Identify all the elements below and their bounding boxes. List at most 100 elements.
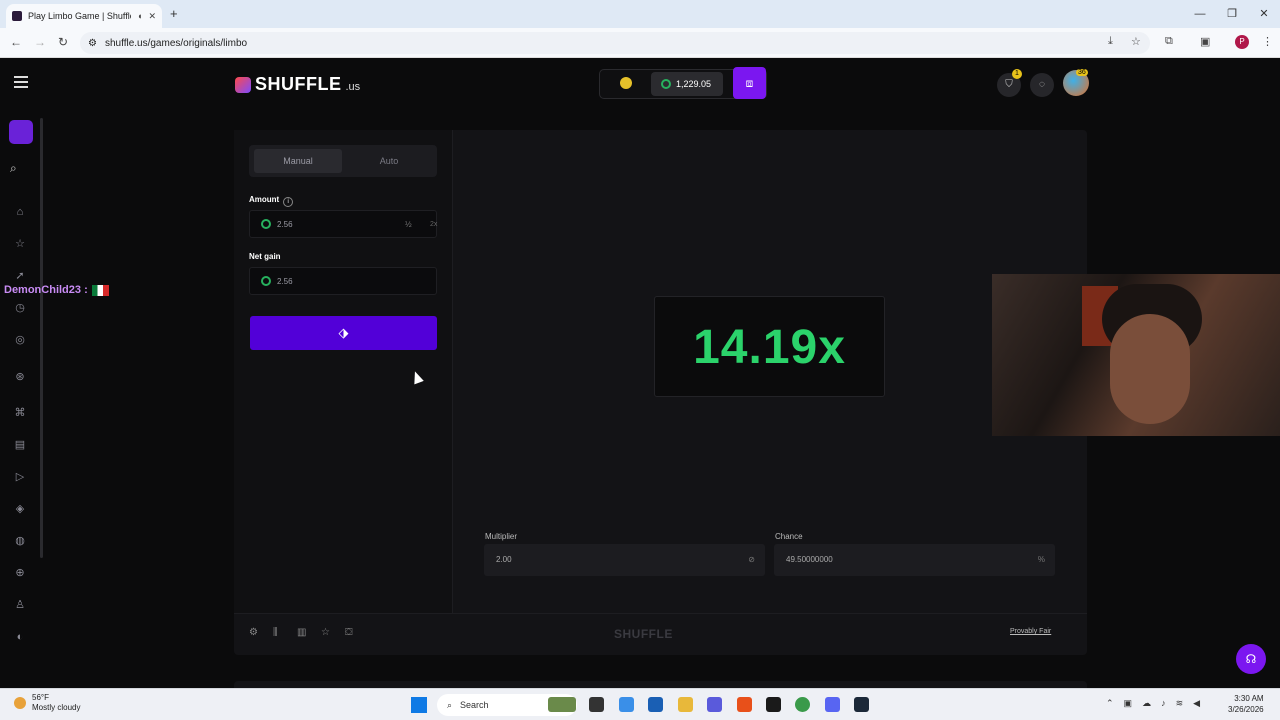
net-gain-field[interactable]: 2.56 [249,267,437,295]
temperature: 56°F [32,693,49,702]
site-info-icon[interactable]: ⚙ [88,38,97,49]
minimize-button[interactable]: — [1184,0,1216,28]
shuffle-logo[interactable]: SHUFFLE .us [235,74,360,95]
game-footer: ⚙ ⫼ ▥ ☆ ⛋ SHUFFLE Provably Fair [234,613,1087,655]
widgets-icon[interactable] [548,697,576,712]
site-favicon-icon [12,11,22,21]
globe-icon[interactable]: ⊕ [11,564,29,582]
new-tab-button[interactable]: + [170,6,178,21]
windows-start-icon[interactable] [411,697,427,713]
tab-manual[interactable]: Manual [254,149,342,173]
live-support-button[interactable]: ☊ [1236,644,1266,674]
live-icon[interactable]: ◎ [11,331,29,349]
address-bar-row: ← → ↻ ⚙ shuffle.us/games/originals/limbo… [0,28,1280,58]
bet-button[interactable]: ⬗ [250,316,437,350]
store-icon[interactable] [648,697,663,712]
multiplier-input[interactable]: 2.00 ⊘ [484,544,765,576]
logo-tld: .us [345,80,361,93]
fairness-icon[interactable]: ⛋ [345,627,353,638]
stream-user-overlay: DemonChild23 : [4,284,109,296]
task-view-icon[interactable] [589,697,604,712]
amount-input[interactable]: 2.56 ½ 2x [249,210,437,238]
clock[interactable]: 3:30 AM 3/26/2026 [1228,693,1264,715]
support-icon[interactable]: ◐ [11,628,29,646]
search-icon: ⌕ [447,699,453,710]
browser-menu-icon[interactable]: ⋮ [1262,35,1273,48]
tab-title: Play Limbo Game | Shuffle.us [28,11,131,21]
favorites-icon[interactable]: ☆ [11,235,29,253]
sidebar: ⌕ ⌂ ☆ ➚ ◷ ◎ ⊛ ⌘ ▤ ▷ ◈ ◍ ⊕ ♙ ◐ [0,58,42,688]
tray-expand-icon[interactable]: ⌃ [1106,698,1114,709]
percent-suffix: % [1037,555,1045,564]
weather-widget[interactable]: 56°F Mostly cloudy [14,693,80,713]
multiplier-label: Multiplier [485,532,518,541]
green-coin-icon [261,219,271,229]
casino-icon[interactable]: ⊛ [11,368,29,386]
date: 3/26/2026 [1228,705,1264,714]
copilot-icon[interactable] [619,697,634,712]
originals-nav-button[interactable] [9,120,33,144]
wallet-button[interactable]: ⧈ [733,67,766,99]
recent-icon[interactable]: ◷ [11,299,29,317]
stats-icon[interactable]: ▥ [297,627,306,638]
balance-display[interactable]: 1,229.05 [651,72,723,96]
half-amount-button[interactable]: ½ [405,220,412,229]
tray-network-icon[interactable]: ☁ [1142,698,1151,709]
amount-value: 2.56 [277,219,293,229]
browser-tab[interactable]: Play Limbo Game | Shuffle.us ◖ ✕ [6,4,162,28]
provably-fair-link[interactable]: Provably Fair [1010,628,1051,635]
brave-icon[interactable] [737,697,752,712]
back-icon[interactable]: ← [10,35,22,49]
tab-auto[interactable]: Auto [347,149,431,173]
volume-icon[interactable]: ◀ [1193,698,1200,709]
settings-icon[interactable]: ⚙ [249,627,258,638]
reload-icon[interactable]: ↻ [58,35,68,49]
double-amount-button[interactable]: 2x [430,221,437,228]
chrome-icon[interactable] [795,697,810,712]
info-icon[interactable]: i [283,197,294,207]
sidebar-scrollbar[interactable] [40,118,43,558]
chance-value: 49.50000000 [786,555,833,564]
rocket-icon[interactable]: ➚ [11,267,29,285]
sidepanel-icon[interactable]: ▣ [1200,35,1210,48]
theatre-mode-icon[interactable]: ⫼ [273,627,278,638]
limbo-game-panel: Manual Auto Amount i 2.56 ½ 2x Net gain 2… [234,130,1087,655]
webcam-person [1110,314,1190,424]
gold-coin-icon[interactable] [620,77,632,89]
favorite-star-icon[interactable]: ☆ [321,627,330,638]
tag-icon[interactable]: ◈ [11,500,29,518]
tray-app-icon[interactable]: ▣ [1124,698,1133,709]
discord-icon[interactable] [825,697,840,712]
multiplier-reset-icon[interactable]: ⊘ [748,544,755,576]
notification-badge: 1 [1012,69,1022,79]
tray-mic-icon[interactable]: ♪ [1161,698,1166,709]
chat-icon[interactable]: ◌ [1030,73,1054,97]
user-icon[interactable]: ♙ [11,596,29,614]
chance-input[interactable]: 49.50000000 % [774,544,1055,576]
teams-icon[interactable] [707,697,722,712]
file-explorer-icon[interactable] [678,697,693,712]
steam-icon[interactable] [854,697,869,712]
install-icon[interactable]: ⤓ [1108,35,1113,48]
app-icon[interactable] [766,697,781,712]
forward-icon[interactable]: → [34,35,46,49]
browser-profile-avatar[interactable]: P [1235,35,1249,49]
cards-icon[interactable]: ▤ [11,436,29,454]
bookmark-star-icon[interactable]: ☆ [1131,35,1141,48]
menu-icon[interactable] [14,76,28,88]
home-icon[interactable]: ⌂ [11,203,29,221]
url-field[interactable]: ⚙ shuffle.us/games/originals/limbo [80,32,1150,54]
wifi-icon[interactable]: ≋ [1176,698,1184,709]
url-text: shuffle.us/games/originals/limbo [104,37,248,49]
maximize-button[interactable]: ❐ [1216,0,1248,28]
close-tab-icon[interactable]: ✕ [148,11,156,22]
close-window-button[interactable]: ✕ [1248,0,1280,28]
extensions-icon[interactable]: ⧉ [1165,35,1173,48]
amount-label-row: Amount i [249,195,294,207]
shuffle-logo-icon [235,76,251,93]
play-icon[interactable]: ▷ [11,468,29,486]
sports-icon[interactable]: ◍ [11,532,29,550]
controller-icon[interactable]: ⌘ [11,404,29,422]
mode-tabs: Manual Auto [249,145,437,177]
search-icon[interactable]: ⌕ [10,161,17,176]
